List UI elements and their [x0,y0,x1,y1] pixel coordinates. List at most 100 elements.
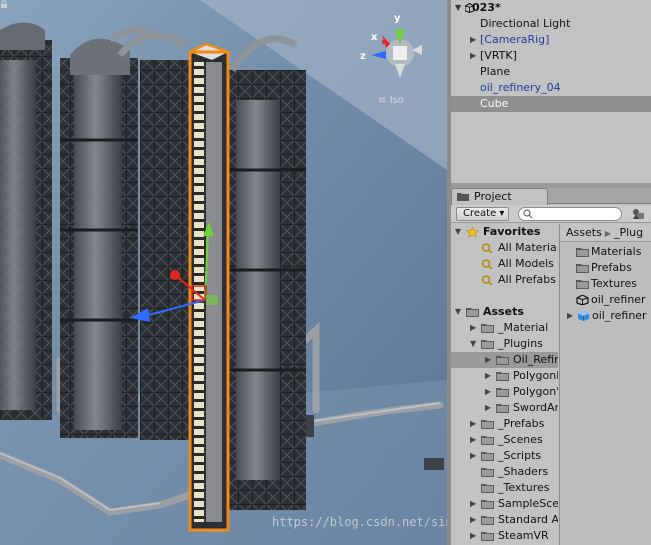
tree-item-label: SampleSce [498,497,558,510]
tree-item-label: Standard A [498,513,558,526]
watermark-text: https://blog.csdn.net/sinat_36640 [272,515,447,529]
tree-item[interactable]: _Shaders [451,464,558,480]
folder-icon [496,372,509,381]
asset-item-label: oil_refiner [592,309,647,322]
tree-item[interactable]: ▶ _Material [451,320,558,336]
folder-contents[interactable]: Assets ▶ _Plug Materials Prefabs Textures oil… [559,224,651,545]
asset-item[interactable]: Materials [560,244,651,260]
tree-item[interactable]: ▼ Favorites [451,224,558,240]
tree-item-label: _Prefabs [498,417,545,430]
search-icon [523,209,533,219]
hierarchy-item[interactable]: ▶ [CameraRig] [451,32,651,48]
scene-root-row[interactable]: ▼ 023* [451,0,651,16]
asset-item[interactable]: Prefabs [560,260,651,276]
expand-arrow-icon[interactable]: ▶ [470,432,476,448]
tree-item[interactable]: _Textures [451,480,558,496]
expand-arrow-icon[interactable]: ▶ [470,48,476,64]
expand-arrow-icon[interactable]: ▶ [470,496,476,512]
search-input[interactable] [518,207,622,221]
folder-icon [496,356,509,365]
hierarchy-item-label: [CameraRig] [480,33,550,46]
selected-cube-object [188,42,230,532]
search-icon [481,259,493,269]
expand-arrow-icon[interactable]: ▶ [485,400,491,416]
expand-arrow-icon[interactable]: ▶ [470,448,476,464]
tree-item[interactable]: ▶ SampleSce [451,496,558,512]
asset-item-label: Textures [591,277,637,290]
scene-view[interactable]: ≡ Iso y x z https://blog.csdn.net/sinat_… [0,0,447,545]
tree-item-label: Oil_Refin [513,353,558,366]
hierarchy-item[interactable]: oil_refinery_04 [451,80,651,96]
expand-arrow-icon[interactable]: ▶ [470,416,476,432]
tree-item[interactable]: ▶ Polygon' [451,384,558,400]
tree-item[interactable]: ▶ PolygonI [451,368,558,384]
project-tabbar: Project [451,188,651,205]
axis-z-label[interactable]: z [360,51,366,62]
tree-item[interactable]: ▶ SteamVR [451,528,558,544]
tree-item[interactable]: All Models [451,256,558,272]
folder-icon [576,264,589,273]
prefab-cube-icon [578,311,589,321]
tree-item[interactable]: ▶ _Scripts [451,448,558,464]
hierarchy-item-label: Cube [480,97,509,110]
tree-item[interactable]: ▼ _Plugins [451,336,558,352]
folder-icon [481,324,494,333]
asset-item[interactable]: Textures [560,276,651,292]
collapse-arrow-icon[interactable]: ▼ [455,224,461,240]
breadcrumb-current[interactable]: _Plug [614,226,643,239]
tree-item[interactable]: ▶ Oil_Refin [451,352,558,368]
asset-item-label: Prefabs [591,261,632,274]
create-button[interactable]: Create ▾ [456,207,509,221]
refinery-tower-far [228,35,306,510]
tree-item[interactable]: ▶ _Scenes [451,432,558,448]
tree-item[interactable]: ▶ _Prefabs [451,416,558,432]
breadcrumb-separator-icon: ▶ [604,229,611,238]
tree-item[interactable]: All Materia [451,240,558,256]
folder-icon [481,484,494,493]
collapse-arrow-icon[interactable]: ▼ [455,304,461,320]
tree-item-label: Polygon' [513,385,558,398]
asset-item[interactable]: ▶ oil_refiner [560,308,651,324]
expand-arrow-icon[interactable]: ▶ [567,308,573,324]
folder-icon [496,404,509,413]
axis-y-label[interactable]: y [394,13,401,24]
lock-icon[interactable] [0,0,8,8]
hierarchy-item-label: oil_refinery_04 [480,81,561,94]
breadcrumb: Assets ▶ _Plug [560,224,651,242]
tree-item-label: Favorites [483,225,541,238]
expand-arrow-icon[interactable]: ▶ [485,368,491,384]
folder-tree[interactable]: ▼ Favorites All Materia All Models All Prefa… [451,224,558,545]
hierarchy-item[interactable]: Plane [451,64,651,80]
expand-arrow-icon[interactable]: ▶ [470,512,476,528]
tree-item-label: _Shaders [498,465,549,478]
tree-item[interactable]: All Prefabs [451,272,558,288]
hierarchy-item[interactable]: Directional Light [451,16,651,32]
tree-item[interactable]: ▶ SwordAr [451,400,558,416]
search-icon [481,243,493,253]
hierarchy-item[interactable]: Cube [451,96,651,112]
projection-text: Iso [389,95,404,106]
asset-item[interactable]: oil_refiner [560,292,651,308]
search-icon [481,275,493,285]
axis-x-label[interactable]: x [371,32,377,43]
folder-icon [466,308,479,317]
collapse-arrow-icon[interactable]: ▼ [470,336,476,352]
tree-item[interactable]: ▶ Standard A [451,512,558,528]
tree-item-label: SteamVR [498,529,549,542]
tree-item-label: _Scenes [498,433,543,446]
tree-item[interactable]: ▼ Assets [451,304,558,320]
breadcrumb-root[interactable]: Assets [566,226,602,239]
projection-label[interactable]: ≡ Iso [378,95,404,106]
expand-arrow-icon[interactable]: ▶ [485,384,491,400]
expand-arrow-icon[interactable]: ▶ [470,320,476,336]
folder-icon [481,500,494,509]
expand-arrow-icon[interactable]: ▶ [470,528,476,544]
filter-by-type-icon[interactable] [631,208,645,220]
collapse-arrow-icon[interactable]: ▼ [455,0,461,16]
expand-arrow-icon[interactable]: ▶ [470,32,476,48]
expand-arrow-icon[interactable]: ▶ [485,352,491,368]
unity-scene-icon [576,295,589,305]
scene-render[interactable] [0,0,447,545]
tab-project[interactable]: Project [451,188,548,205]
hierarchy-item[interactable]: ▶ [VRTK] [451,48,651,64]
